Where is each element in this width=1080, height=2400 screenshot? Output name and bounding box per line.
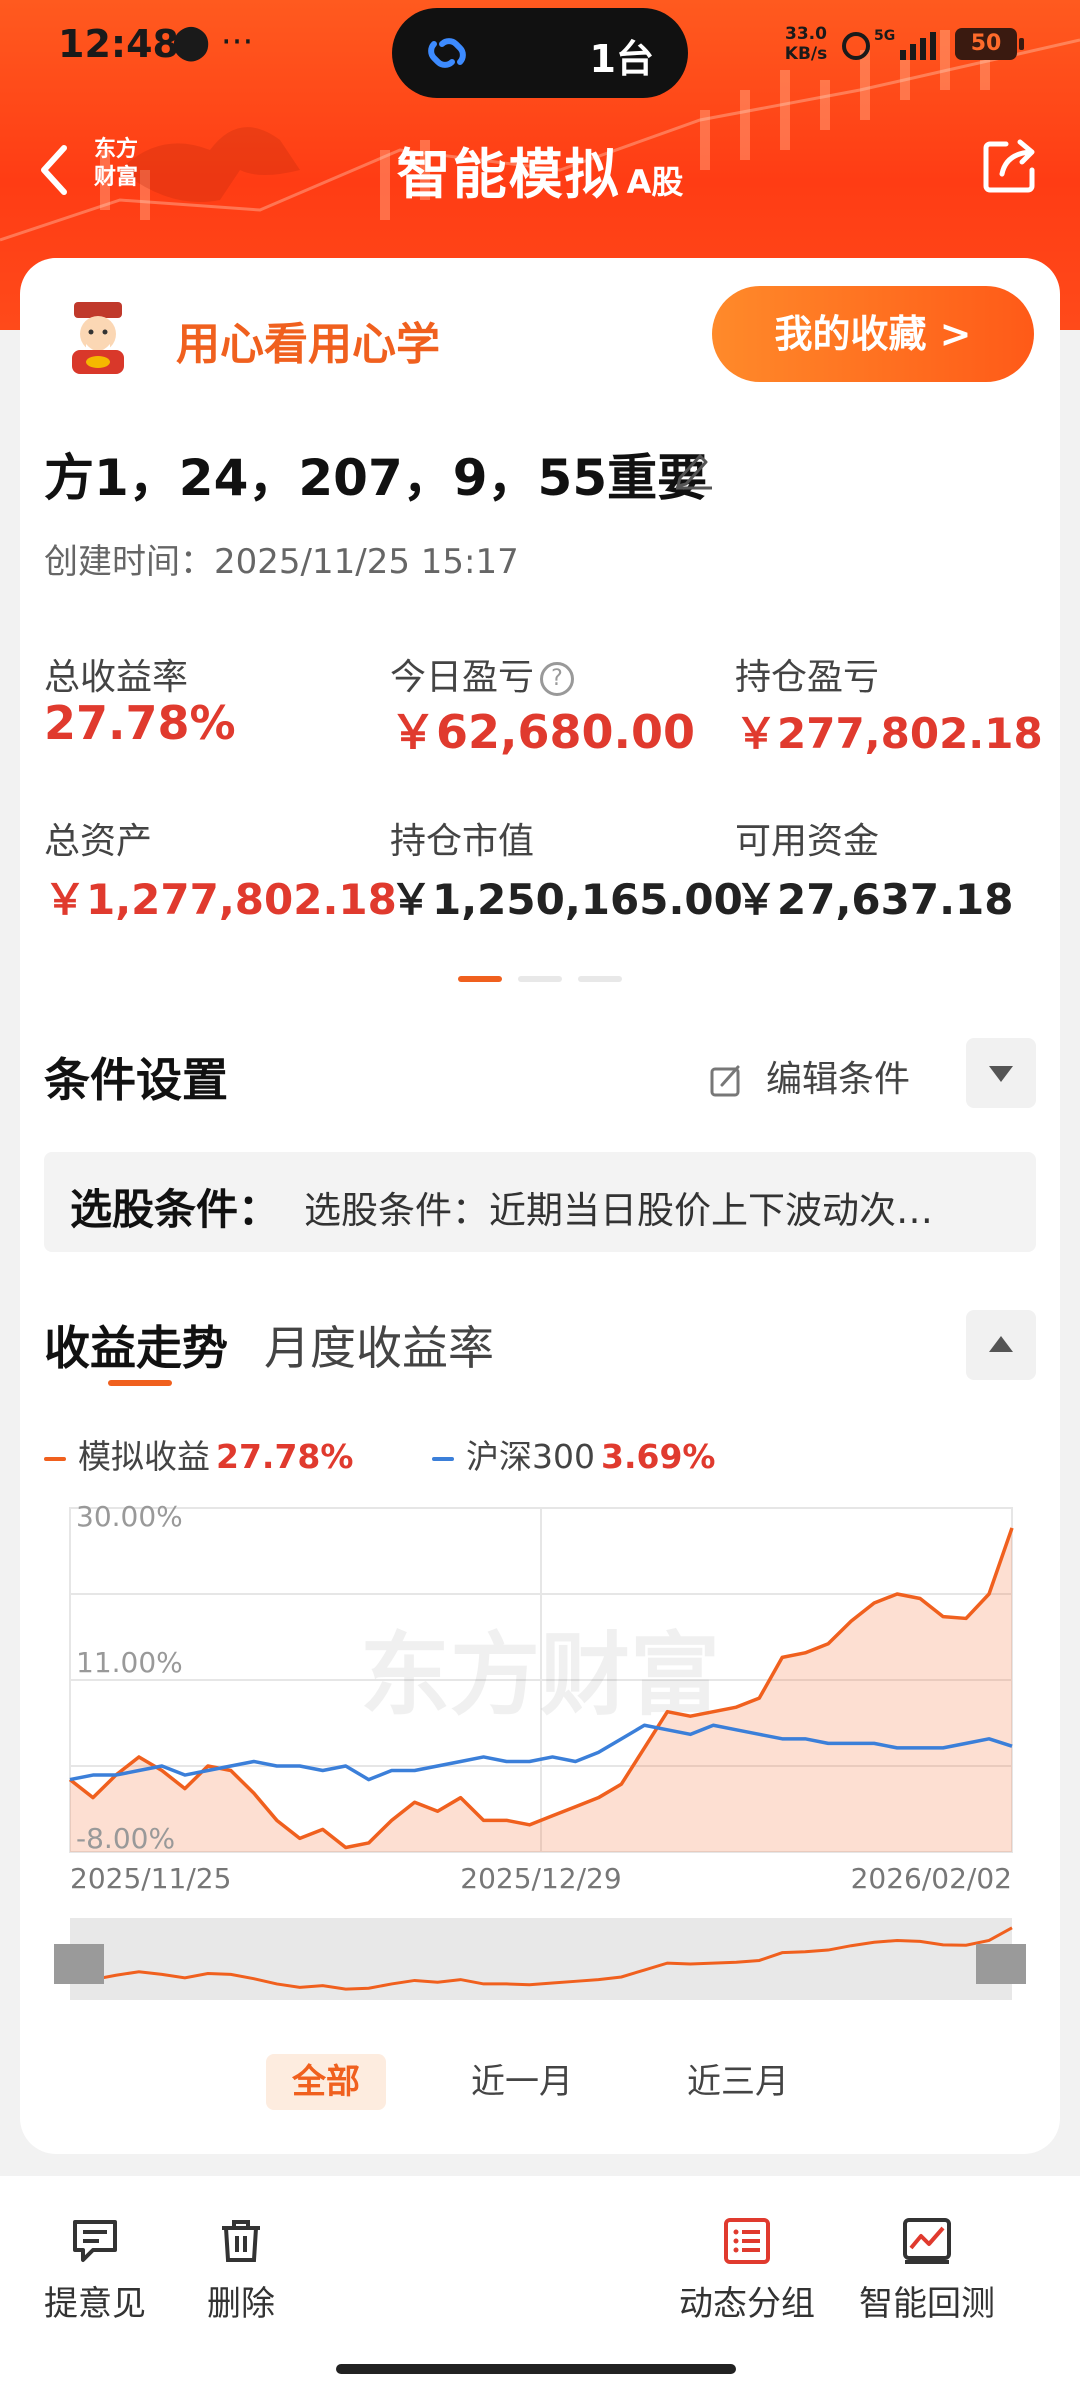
metric-label-position-pnl: 持仓盈亏 xyxy=(735,657,880,698)
battery-icon: 50 xyxy=(955,28,1024,60)
delete-label: 删除 xyxy=(207,2284,275,2324)
legend-index-swatch xyxy=(432,1456,454,1461)
legend-index: 沪深300 3.69% xyxy=(432,1430,716,1478)
smart-backtest-button[interactable]: 智能回测 xyxy=(852,2216,1002,2325)
metric-label-total-assets: 总资产 xyxy=(44,821,153,862)
condition-label: 选股条件： xyxy=(70,1185,281,1234)
range-all-button[interactable]: 全部 xyxy=(266,2054,386,2110)
y-tick-label: -8.00% xyxy=(76,1822,175,1855)
created-time: 创建时间：2025/11/25 15:17 xyxy=(44,542,519,582)
tab-return-trend[interactable]: 收益走势 xyxy=(44,1312,228,1378)
legend-sim-pct: 27.78% xyxy=(216,1437,354,1476)
status-notification-icons: ⬤ ··· xyxy=(172,22,254,62)
dynamic-group-label: 动态分组 xyxy=(679,2284,815,2324)
metric-label-today-pnl: 今日盈亏? xyxy=(390,648,575,700)
selection-condition-box[interactable]: 选股条件： 选股条件：近期当日股价上下波动次… xyxy=(44,1152,1036,1252)
help-icon[interactable]: ? xyxy=(540,662,575,696)
navigator-window xyxy=(70,1918,1012,2000)
conditions-title: 条件设置 xyxy=(44,1053,228,1107)
tab-active-indicator xyxy=(108,1380,172,1386)
metric-value-total-assets: ￥1,277,802.18 xyxy=(44,875,397,924)
triangle-up-icon xyxy=(989,1336,1013,1352)
tab-monthly-return[interactable]: 月度收益率 xyxy=(264,1312,494,1378)
status-bar: 12:48 ⬤ ··· 1台 33.0 KB/s 5G 50 xyxy=(0,0,1080,100)
metric-label-total-return: 总收益率 xyxy=(44,657,189,698)
metric-value-position-value: ￥1,250,165.00 xyxy=(390,875,743,924)
network-speed: 33.0 KB/s xyxy=(784,24,828,64)
page-title: 智能模拟 A股 xyxy=(0,130,1080,209)
feedback-button[interactable]: 提意见 xyxy=(40,2216,150,2325)
backtest-icon xyxy=(903,2218,951,2264)
edit-name-icon[interactable] xyxy=(672,446,716,490)
navigator-right-handle xyxy=(976,1944,1026,1984)
metric-label-today-pnl-text: 今日盈亏 xyxy=(390,657,535,698)
my-favorites-button[interactable]: 我的收藏 > xyxy=(712,286,1034,382)
dynamic-island[interactable]: 1台 xyxy=(392,8,688,98)
metric-value-total-return: 27.78% xyxy=(44,696,236,750)
range-3m-button[interactable]: 近三月 xyxy=(668,2054,808,2110)
x-tick-label: 2025/11/25 xyxy=(70,1862,231,1895)
metric-label-position-value: 持仓市值 xyxy=(390,821,535,862)
page-dot xyxy=(578,976,622,982)
status-time: 12:48 xyxy=(58,22,179,66)
page-title-suffix: A股 xyxy=(626,163,684,201)
trash-icon xyxy=(222,2220,260,2262)
legend-index-label: 沪深300 xyxy=(466,1437,595,1476)
x-tick-label: 2025/12/29 xyxy=(460,1862,621,1895)
legend-sim: 模拟收益 27.78% xyxy=(44,1430,353,1478)
share-icon[interactable] xyxy=(980,136,1040,196)
condition-text: 选股条件：近期当日股价上下波动次… xyxy=(304,1189,933,1232)
chart-range-navigator[interactable] xyxy=(40,1910,1040,2010)
feedback-label: 提意见 xyxy=(44,2284,146,2324)
mascot-icon xyxy=(72,302,124,374)
return-trend-chart[interactable]: 东方财富30.00%11.00%-8.00%2025/11/25 2025/12/… xyxy=(40,1496,1040,1896)
metric-label-available-cash: 可用资金 xyxy=(735,821,880,862)
svg-text:5G: 5G xyxy=(874,28,895,44)
range-1m-button[interactable]: 近一月 xyxy=(452,2054,592,2110)
collapse-chart-button[interactable] xyxy=(966,1310,1036,1380)
navigator-left-handle xyxy=(54,1944,104,1984)
page-indicator xyxy=(458,976,628,982)
metric-value-available-cash: ￥27,637.18 xyxy=(735,875,1014,924)
link-icon xyxy=(428,38,466,68)
dynamic-group-button[interactable]: 动态分组 xyxy=(672,2216,822,2325)
metric-value-position-pnl: ￥277,802.18 xyxy=(735,709,1043,758)
edit-icon xyxy=(710,1065,740,1097)
legend-sim-label: 模拟收益 xyxy=(78,1437,210,1476)
smart-backtest-label: 智能回测 xyxy=(859,2284,995,2324)
collapse-conditions-button[interactable] xyxy=(966,1038,1036,1108)
promo-text: 用心看用心学 xyxy=(176,319,440,370)
legend-sim-swatch xyxy=(44,1456,66,1461)
edit-conditions-label: 编辑条件 xyxy=(766,1059,911,1100)
page-title-text: 智能模拟 xyxy=(396,143,621,206)
x-tick-label: 2026/02/02 xyxy=(851,1862,1012,1895)
feedback-icon xyxy=(73,2220,117,2262)
list-icon xyxy=(724,2218,770,2264)
edit-conditions-button[interactable]: 编辑条件 xyxy=(708,1050,910,1102)
page-dot xyxy=(518,976,562,982)
strategy-name: 方1，24，207，9，55重要 xyxy=(44,449,708,507)
triangle-down-icon xyxy=(989,1066,1013,1082)
y-tick-label: 30.00% xyxy=(76,1500,183,1533)
signal-icon: 5G xyxy=(842,28,936,60)
nav-bar: 东方 财富 智能模拟 A股 xyxy=(0,120,1080,230)
home-indicator[interactable] xyxy=(336,2364,736,2374)
delete-button[interactable]: 删除 xyxy=(196,2216,286,2325)
page-dot-active xyxy=(458,976,502,982)
y-tick-label: 11.00% xyxy=(76,1646,183,1679)
metric-value-today-pnl: ￥62,680.00 xyxy=(390,705,695,759)
legend-index-pct: 3.69% xyxy=(601,1437,716,1476)
island-count: 1台 xyxy=(589,37,654,81)
